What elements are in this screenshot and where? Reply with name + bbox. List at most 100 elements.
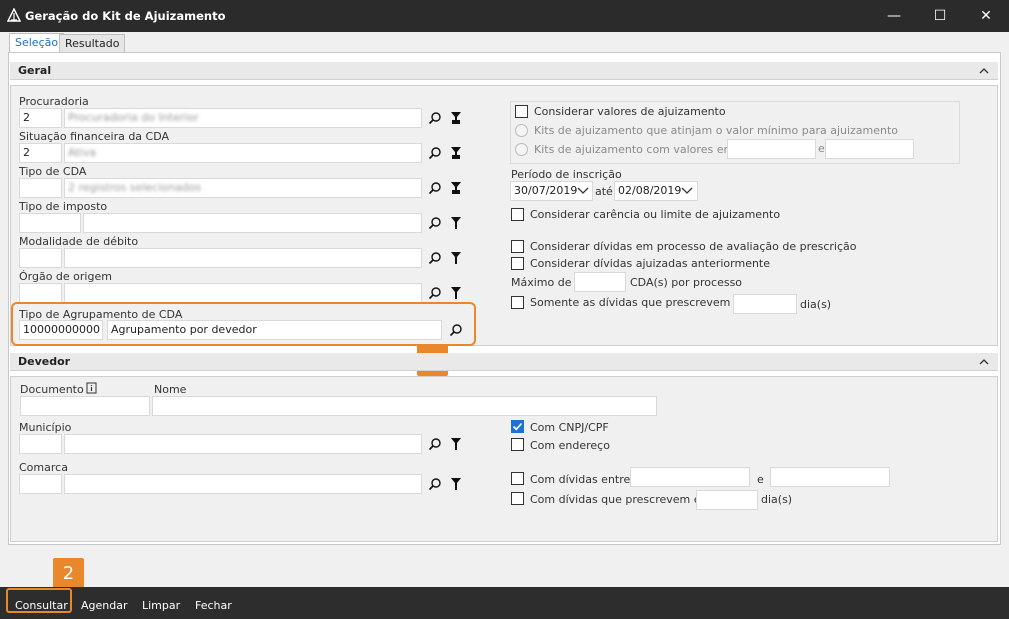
- dividas-e-label: e: [757, 473, 764, 486]
- situacao-label: Situação financeira da CDA: [19, 130, 170, 143]
- limpar-button[interactable]: Limpar: [142, 599, 180, 612]
- filter-icon[interactable]: [450, 286, 462, 300]
- prescrevem-suffix: dia(s): [800, 298, 832, 311]
- dividas-prescrevem-suffix: dia(s): [761, 493, 793, 506]
- tipo-cda-name-value: 2 registros selecionados: [68, 181, 202, 194]
- procuradoria-name-input[interactable]: Procuradoria do Interior: [64, 108, 422, 128]
- radio-valor-minimo[interactable]: [515, 124, 528, 137]
- section-devedor-title: Devedor: [18, 355, 71, 368]
- procuradoria-name-value: Procuradoria do Interior: [68, 111, 199, 124]
- orgao-name-input[interactable]: [64, 283, 422, 303]
- cnpj-checkbox[interactable]: [511, 420, 524, 433]
- filter-icon[interactable]: [450, 477, 462, 491]
- valor-e-label: e: [818, 142, 825, 155]
- app-logo-icon: [7, 8, 21, 22]
- check-icon: [512, 422, 523, 431]
- avaliacao-checkbox[interactable]: [511, 240, 524, 253]
- window-title: Geração do Kit de Ajuizamento: [25, 9, 226, 23]
- filter-icon[interactable]: [450, 437, 462, 451]
- nome-input[interactable]: [152, 396, 657, 416]
- comarca-code-input[interactable]: [19, 474, 62, 494]
- tipo-cda-code-input[interactable]: [19, 178, 62, 198]
- search-icon[interactable]: [428, 286, 442, 300]
- maximo-suffix: CDA(s) por processo: [630, 276, 743, 289]
- documento-input[interactable]: [20, 396, 150, 416]
- filter-clear-icon[interactable]: [450, 146, 462, 160]
- search-icon[interactable]: [449, 323, 463, 337]
- document-info-icon[interactable]: [86, 382, 97, 394]
- chevron-down-icon[interactable]: [681, 186, 693, 196]
- prescrevem-checkbox[interactable]: [511, 296, 524, 309]
- tab-resultado[interactable]: Resultado: [59, 34, 126, 52]
- carencia-label: Considerar carência ou limite de ajuizam…: [530, 208, 781, 221]
- chevron-up-icon[interactable]: [978, 356, 990, 368]
- situacao-code-input[interactable]: 2: [19, 143, 62, 163]
- chevron-down-icon[interactable]: [577, 186, 589, 196]
- periodo-from-value: 30/07/2019: [514, 184, 578, 197]
- agrupamento-code-input[interactable]: 10000000000: [19, 320, 103, 340]
- agrupamento-name-input[interactable]: Agrupamento por devedor: [107, 320, 442, 340]
- procuradoria-label: Procuradoria: [19, 95, 89, 108]
- modalidade-code-input[interactable]: [19, 248, 62, 268]
- nome-label: Nome: [154, 383, 187, 396]
- search-icon[interactable]: [428, 477, 442, 491]
- filter-clear-icon[interactable]: [450, 181, 462, 195]
- orgao-code-input[interactable]: [19, 283, 62, 303]
- prescrevem-input[interactable]: [733, 294, 797, 314]
- comarca-label: Comarca: [19, 461, 68, 474]
- procuradoria-code-input[interactable]: 2: [19, 108, 62, 128]
- search-icon[interactable]: [428, 251, 442, 265]
- valor-de-input[interactable]: [727, 139, 816, 159]
- modalidade-name-input[interactable]: [64, 248, 422, 268]
- tipo-cda-label: Tipo de CDA: [19, 165, 87, 178]
- minimize-button[interactable]: —: [871, 0, 917, 32]
- fechar-button[interactable]: Fechar: [195, 599, 232, 612]
- ajuizadas-checkbox[interactable]: [511, 257, 524, 270]
- section-devedor-header[interactable]: Devedor: [10, 353, 998, 371]
- filter-icon[interactable]: [450, 216, 462, 230]
- tipo-imposto-code-input[interactable]: [19, 213, 81, 233]
- maximo-input[interactable]: [574, 272, 626, 292]
- close-button[interactable]: ✕: [963, 0, 1009, 32]
- search-icon[interactable]: [428, 111, 442, 125]
- valor-ate-input[interactable]: [825, 139, 914, 159]
- section-geral-title: Geral: [18, 64, 52, 77]
- dividas-ate-input[interactable]: [770, 467, 890, 487]
- comarca-name-input[interactable]: [64, 474, 422, 494]
- municipio-name-input[interactable]: [64, 434, 422, 454]
- callout-badge-2: 2: [53, 558, 84, 589]
- considerar-valores-checkbox[interactable]: [515, 105, 528, 118]
- search-icon[interactable]: [428, 146, 442, 160]
- filter-clear-icon[interactable]: [450, 111, 462, 125]
- dividas-entre-checkbox[interactable]: [511, 472, 524, 485]
- ajuizadas-label: Considerar dívidas ajuizadas anteriormen…: [530, 257, 771, 270]
- dividas-prescrevem-input[interactable]: [696, 490, 758, 510]
- filter-icon[interactable]: [450, 251, 462, 265]
- tab-selecao[interactable]: Seleção: [9, 33, 65, 53]
- search-icon[interactable]: [428, 181, 442, 195]
- consultar-button[interactable]: Consultar: [15, 599, 68, 612]
- dividas-prescrevem-checkbox[interactable]: [511, 492, 524, 505]
- prescrevem-label: Somente as dívidas que prescrevem em: [530, 296, 752, 309]
- municipio-label: Município: [19, 421, 72, 434]
- agendar-button[interactable]: Agendar: [81, 599, 128, 612]
- periodo-ate-label: até: [595, 185, 613, 198]
- section-geral-header[interactable]: Geral: [10, 62, 998, 80]
- dividas-de-input[interactable]: [630, 467, 750, 487]
- tipo-imposto-label: Tipo de imposto: [19, 200, 108, 213]
- modalidade-label: Modalidade de débito: [19, 235, 139, 248]
- search-icon[interactable]: [428, 437, 442, 451]
- situacao-name-value: Ativa: [68, 146, 96, 159]
- orgao-label: Órgão de origem: [19, 270, 112, 283]
- search-icon[interactable]: [428, 216, 442, 230]
- situacao-name-input[interactable]: Ativa: [64, 143, 422, 163]
- chevron-up-icon[interactable]: [978, 65, 990, 77]
- maximize-button[interactable]: ☐: [917, 0, 963, 32]
- radio-valores-entre[interactable]: [515, 143, 528, 156]
- carencia-checkbox[interactable]: [511, 208, 524, 221]
- tipo-cda-name-input[interactable]: 2 registros selecionados: [64, 178, 422, 198]
- endereco-checkbox[interactable]: [511, 438, 524, 451]
- municipio-code-input[interactable]: [19, 434, 62, 454]
- tipo-imposto-name-input[interactable]: [83, 213, 422, 233]
- maximo-label: Máximo de: [511, 276, 572, 289]
